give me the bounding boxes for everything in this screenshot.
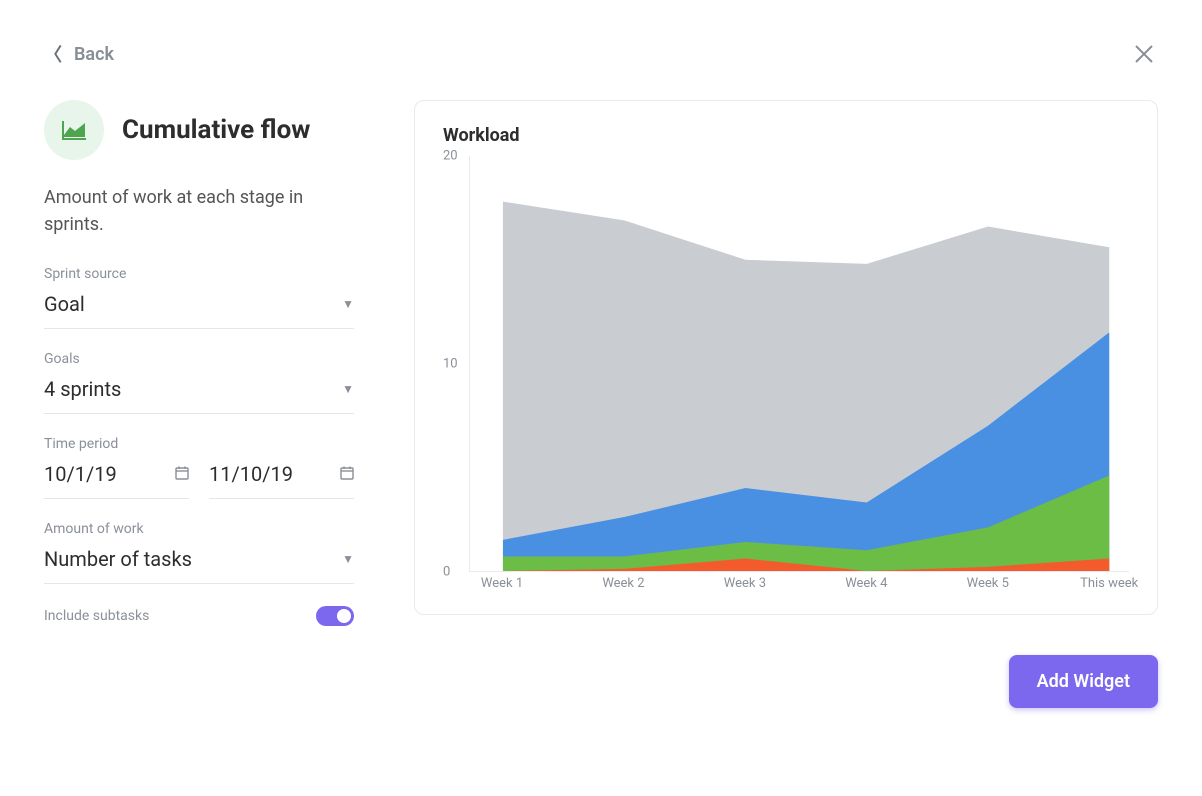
page-title: Cumulative flow <box>122 115 310 145</box>
y-tick: 0 <box>443 565 450 580</box>
x-tick: This week <box>1080 576 1138 591</box>
add-widget-button[interactable]: Add Widget <box>1009 655 1158 708</box>
settings-sidebar: Cumulative flow Amount of work at each s… <box>44 100 354 776</box>
y-tick: 20 <box>443 149 458 164</box>
include-subtasks-toggle[interactable] <box>316 606 354 626</box>
sprint-source-label: Sprint source <box>44 266 354 282</box>
start-date-value: 10/1/19 <box>44 462 117 486</box>
goals-value: 4 sprints <box>44 377 121 401</box>
chevron-down-icon: ▼ <box>342 382 354 396</box>
x-tick: Week 5 <box>967 576 1009 591</box>
sprint-source-select[interactable]: Goal ▼ <box>44 292 354 329</box>
time-period-field: Time period 10/1/19 11/10/19 <box>44 436 354 499</box>
x-tick: Week 1 <box>481 576 523 591</box>
chart-title: Workload <box>443 125 1129 146</box>
include-subtasks-row: Include subtasks <box>44 606 354 626</box>
chevron-down-icon: ▼ <box>342 552 354 566</box>
calendar-icon <box>340 465 354 484</box>
close-button[interactable] <box>1130 40 1158 68</box>
sprint-source-field: Sprint source Goal ▼ <box>44 266 354 329</box>
x-tick: Week 2 <box>602 576 644 591</box>
time-period-label: Time period <box>44 436 354 452</box>
back-label: Back <box>74 44 114 65</box>
close-icon <box>1132 42 1156 66</box>
end-date-picker[interactable]: 11/10/19 <box>209 462 354 499</box>
end-date-value: 11/10/19 <box>209 462 293 486</box>
x-tick: Week 3 <box>724 576 766 591</box>
y-axis: 01020 <box>443 156 469 572</box>
chart-card: Workload 01020 Week 1Week 2Week 3Week 4W… <box>414 100 1158 615</box>
x-axis: Week 1Week 2Week 3Week 4Week 5This week <box>469 576 1129 596</box>
goals-select[interactable]: 4 sprints ▼ <box>44 377 354 414</box>
toggle-knob <box>337 609 351 623</box>
amount-of-work-value: Number of tasks <box>44 547 192 571</box>
back-button[interactable]: 〈 Back <box>44 41 114 67</box>
area-chart-icon <box>44 100 104 160</box>
y-tick: 10 <box>443 357 458 372</box>
x-tick: Week 4 <box>845 576 887 591</box>
goals-label: Goals <box>44 351 354 367</box>
chart-area: 01020 Week 1Week 2Week 3Week 4Week 5This… <box>443 156 1129 596</box>
chevron-left-icon: 〈 <box>44 41 62 67</box>
goals-field: Goals 4 sprints ▼ <box>44 351 354 414</box>
amount-of-work-select[interactable]: Number of tasks ▼ <box>44 547 354 584</box>
include-subtasks-label: Include subtasks <box>44 608 149 624</box>
start-date-picker[interactable]: 10/1/19 <box>44 462 189 499</box>
page-description: Amount of work at each stage in sprints. <box>44 184 354 238</box>
calendar-icon <box>175 465 189 484</box>
amount-of-work-label: Amount of work <box>44 521 354 537</box>
chart-panel: Workload 01020 Week 1Week 2Week 3Week 4W… <box>414 100 1158 776</box>
plot-area <box>469 156 1129 572</box>
amount-of-work-field: Amount of work Number of tasks ▼ <box>44 521 354 584</box>
sprint-source-value: Goal <box>44 292 85 316</box>
chevron-down-icon: ▼ <box>342 297 354 311</box>
